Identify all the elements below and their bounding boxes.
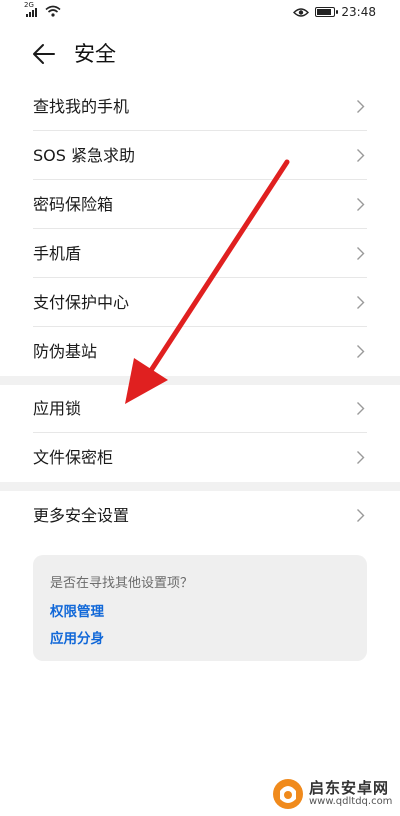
list-item-label: 应用锁 [33,399,82,418]
eye-comfort-icon [293,7,310,17]
chevron-right-icon [357,149,365,162]
watermark-name: 启东安卓网 [309,779,390,797]
cellular-signal-icon: 2G [24,2,40,17]
list-item-label: 密码保险箱 [33,195,114,214]
watermark-url: www.qdltdq.com [309,796,393,807]
chevron-right-icon [357,100,365,113]
list-item-phone-shield[interactable]: 手机盾 [33,229,367,278]
status-time: 23:48 [341,5,376,19]
link-permission-management[interactable]: 权限管理 [50,600,104,620]
list-item-label: 支付保护中心 [33,293,130,312]
list-item-payment-protection[interactable]: 支付保护中心 [33,278,367,327]
chevron-right-icon [357,247,365,260]
section-divider [0,482,400,491]
chevron-right-icon [357,345,365,358]
list-item-find-my-phone[interactable]: 查找我的手机 [33,82,367,131]
suggestion-question: 是否在寻找其他设置项？ [50,576,194,591]
chevron-right-icon [357,198,365,211]
status-left: 2G [24,2,61,17]
chevron-right-icon [357,509,365,522]
status-bar: 2G 23:48 [0,0,400,26]
wifi-icon [45,5,61,17]
link-app-twin[interactable]: 应用分身 [50,627,104,647]
list-item-file-safe[interactable]: 文件保密柜 [33,433,367,482]
suggestion-card: 是否在寻找其他设置项？ 权限管理 应用分身 [33,555,367,661]
page-header: 安全 [0,26,400,82]
watermark: 启东安卓网 www.qdltdq.com [271,777,399,811]
page-title: 安全 [74,42,116,66]
list-item-label: 更多安全设置 [33,506,130,525]
list-item-anti-fake-base-station[interactable]: 防伪基站 [33,327,367,376]
list-item-label: 手机盾 [33,244,82,263]
battery-level [317,9,332,15]
chevron-right-icon [357,296,365,309]
arrow-left-icon[interactable] [30,40,58,68]
list-item-password-vault[interactable]: 密码保险箱 [33,180,367,229]
watermark-logo [273,779,303,809]
status-right: 23:48 [293,5,376,19]
list-item-more-security-settings[interactable]: 更多安全设置 [33,491,367,540]
list-item-label: 防伪基站 [33,342,98,361]
list-item-sos[interactable]: SOS 紧急求助 [33,131,367,180]
list-item-label: 查找我的手机 [33,97,130,116]
chevron-right-icon [357,451,365,464]
chevron-right-icon [357,402,365,415]
battery-icon [315,7,339,17]
list-item-app-lock[interactable]: 应用锁 [33,384,367,433]
list-item-label: SOS 紧急求助 [33,146,135,165]
list-item-label: 文件保密柜 [33,448,114,467]
